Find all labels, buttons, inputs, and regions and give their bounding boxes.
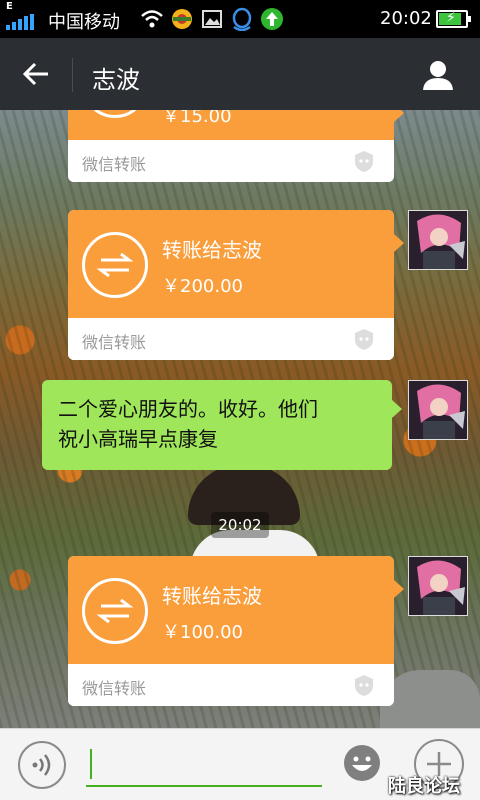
status-bar: E 中国移动 20:02 ⚡ [0,0,480,38]
signal-icon [6,14,34,30]
avatar[interactable] [408,556,468,616]
watermark: 陆良论坛 [388,776,460,797]
transfer-source-label: 微信转账 [82,333,147,352]
message-line: 二个爱心朋友的。收好。他们 [58,397,318,421]
header-divider [72,58,73,92]
message-input[interactable] [86,743,322,787]
transfer-arrows-icon [82,232,148,298]
transfer-message[interactable]: 转账给志波 ￥200.00 微信转账 [68,210,404,360]
wechat-pay-icon [352,327,376,351]
transfer-message[interactable]: 转账给志波 ￥100.00 微信转账 [68,556,404,706]
transfer-message[interactable]: ￥15.00 微信转账 [68,110,404,182]
transfer-title: 转账给志波 [162,238,262,262]
transfer-card-body: ￥15.00 [68,110,404,140]
app-notification-icon [170,7,194,31]
emoji-button[interactable] [342,743,382,783]
carrier-name: 中国移动 [48,12,120,33]
transfer-title: 转账给志波 [162,584,262,608]
wifi-icon [140,7,164,31]
wechat-pay-icon [352,149,376,173]
wechat-pay-icon [352,673,376,697]
background-photo-detail [380,670,480,728]
emoji-icon [344,745,380,781]
back-button[interactable] [14,54,58,94]
transfer-arrows-icon [82,110,148,118]
transfer-amount: ￥200.00 [162,276,243,297]
clock: 20:02 [380,8,432,29]
charging-icon: ⚡ [446,10,456,26]
contact-profile-button[interactable] [414,54,462,96]
message-line: 祝小高瑞早点康复 [58,427,218,451]
battery-icon: ⚡ [436,10,471,28]
avatar[interactable] [408,210,468,270]
text-message[interactable]: 二个爱心朋友的。收好。他们 祝小高瑞早点康复 [42,380,402,470]
avatar[interactable] [408,380,468,440]
page-title: 志波 [92,66,140,94]
transfer-source-label: 微信转账 [82,679,147,698]
arrow-left-icon [22,62,48,86]
chat-header: 志波 [0,38,480,110]
transfer-card-footer: 微信转账 [68,318,394,360]
transfer-amount: ￥100.00 [162,622,243,643]
transfer-arrows-icon [82,578,148,644]
transfer-source-label: 微信转账 [82,155,147,174]
chat-area[interactable]: ￥15.00 微信转账 转账给志波 ￥200.00 微信转账 二个爱心朋友的。收… [0,110,480,728]
network-type: E [6,1,13,12]
time-divider: 20:02 [211,512,269,538]
image-icon [200,7,224,31]
transfer-card-footer: 微信转账 [68,664,394,706]
voice-icon [32,754,51,776]
qq-icon [230,7,254,31]
transfer-amount: ￥15.00 [162,110,232,127]
transfer-card-body: 转账给志波 ￥100.00 [68,556,404,664]
notification-icons [140,7,284,31]
upload-icon [260,7,284,31]
text-cursor [90,749,92,779]
person-icon [423,61,453,90]
voice-button[interactable] [18,741,66,789]
transfer-card-footer: 微信转账 [68,140,394,182]
transfer-card-body: 转账给志波 ￥200.00 [68,210,404,318]
